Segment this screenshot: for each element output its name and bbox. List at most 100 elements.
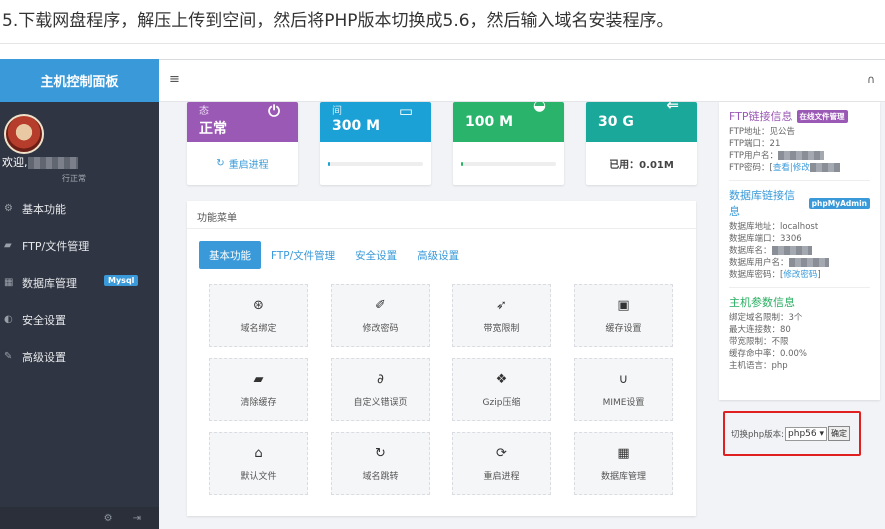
user-panel: 欢迎, 行正常 bbox=[0, 102, 159, 190]
wrench-icon: ✐ bbox=[375, 297, 386, 313]
headset-icon[interactable]: ∩ bbox=[867, 73, 875, 86]
tile-clear-cache[interactable]: ▰ 清除缓存 bbox=[209, 358, 308, 421]
tile-label: 默认文件 bbox=[240, 471, 277, 482]
ftp-info: FTP链接信息 在线文件管理 FTP地址：见公告 FTP端口：21 FTP用户名… bbox=[719, 102, 880, 181]
tile-label: 数据库管理 bbox=[600, 471, 646, 482]
db-name-row: 数据库名： bbox=[729, 245, 870, 257]
phpmyadmin-tag[interactable]: phpMyAdmin bbox=[808, 197, 870, 209]
sidebar-item-security[interactable]: ◐ 安全设置 bbox=[0, 301, 159, 338]
tile-bandwidth[interactable]: ➶ 带宽限制 bbox=[452, 284, 551, 347]
db-info-title: 数据库链接信息 phpMyAdmin bbox=[729, 187, 870, 219]
space-card: 间 ▭ 300 M bbox=[320, 102, 431, 185]
host-panel-app: 主机控制面板 欢迎, 行正常 ⚙ 基本功能 ▰ FTP/文件管理 ▦ 数据库管理… bbox=[0, 59, 885, 529]
tile-change-password[interactable]: ✐ 修改密码 bbox=[331, 284, 430, 347]
tile-label: 重启进程 bbox=[483, 471, 520, 482]
db-password: 数据库密码：[ bbox=[729, 270, 784, 280]
traffic-card-head: ⇐ 30 G bbox=[586, 102, 697, 142]
host-info: 主机参数信息 绑定域名限制：3个 最大连接数：80 带宽限制：不限 缓存命中率：… bbox=[719, 288, 880, 372]
restart-label: 重启进程 bbox=[228, 160, 269, 171]
status-card: 态 ⏻ 正常 ↻ 重启进程 bbox=[187, 102, 298, 185]
db-modify-link[interactable]: 修改密码 bbox=[783, 270, 817, 280]
tile-domain-binding[interactable]: ⊛ 域名绑定 bbox=[209, 284, 308, 347]
ftp-port: FTP端口：21 bbox=[729, 139, 781, 149]
sidebar-item-label: 安全设置 bbox=[22, 313, 66, 327]
db-address: 数据库地址：localhost bbox=[729, 222, 819, 232]
ftp-user: FTP用户名： bbox=[729, 151, 779, 161]
tile-error-page[interactable]: ∂ 自定义错误页 bbox=[331, 358, 430, 421]
host-max-conn: 最大连接数：80 bbox=[729, 325, 791, 335]
sidebar-item-database[interactable]: ▦ 数据库管理 Mysql bbox=[0, 264, 159, 301]
tab-ftp[interactable]: FTP/文件管理 bbox=[261, 241, 345, 269]
paperclip-icon: ∂ bbox=[377, 371, 384, 387]
sidebar-item-basic[interactable]: ⚙ 基本功能 bbox=[0, 190, 159, 227]
space-value: 300 M bbox=[332, 118, 381, 134]
tile-label: 域名跳转 bbox=[362, 471, 399, 482]
menu-toggle-icon[interactable]: ≡ bbox=[169, 72, 180, 87]
sidebar-item-label: FTP/文件管理 bbox=[22, 239, 90, 253]
sidebar-item-label: 高级设置 bbox=[22, 350, 66, 364]
tile-label: 自定义错误页 bbox=[353, 397, 408, 408]
host-cache-hit: 缓存命中率：0.00% bbox=[729, 349, 808, 359]
restart-link[interactable]: ↻ 重启进程 bbox=[187, 142, 298, 185]
tab-security[interactable]: 安全设置 bbox=[345, 241, 407, 269]
tile-cache-settings[interactable]: ▣ 缓存设置 bbox=[574, 284, 673, 347]
run-status: 行正常 bbox=[62, 174, 86, 183]
host-domain-limit: 绑定域名限制：3个 bbox=[729, 313, 803, 323]
ftp-user-row: FTP用户名： bbox=[729, 150, 870, 162]
db-info: 数据库链接信息 phpMyAdmin 数据库地址：localhost 数据库端口… bbox=[719, 181, 880, 288]
edit-icon: ✎ bbox=[4, 351, 13, 362]
settings-icon[interactable]: ⚙ bbox=[104, 513, 113, 524]
shield-icon: ◐ bbox=[4, 314, 13, 325]
power-icon: ⏻ bbox=[268, 102, 280, 120]
db-password-row: 数据库密码：[修改密码] bbox=[729, 270, 821, 280]
repeat-icon: ↻ bbox=[375, 445, 386, 461]
sidebar-item-advanced[interactable]: ✎ 高级设置 bbox=[0, 338, 159, 375]
php-version-switch: 切换php版本: php56 ▾ 确定 bbox=[723, 411, 861, 456]
panel-tabs: 基本功能 FTP/文件管理 安全设置 高级设置 bbox=[199, 241, 469, 269]
file-manager-tag[interactable]: 在线文件管理 bbox=[796, 109, 848, 123]
sidebar-item-ftp[interactable]: ▰ FTP/文件管理 bbox=[0, 227, 159, 264]
sidebar-item-label: 基本功能 bbox=[22, 202, 66, 216]
sidebar-footer: ⚙ ⇥ bbox=[0, 507, 159, 529]
database-progress bbox=[461, 161, 556, 166]
traffic-used: 已用：0.01M bbox=[609, 160, 674, 171]
database-card: ◒ 100 M bbox=[453, 102, 564, 185]
db-user: 数据库用户名： bbox=[729, 258, 789, 268]
tab-basic[interactable]: 基本功能 bbox=[199, 241, 261, 269]
tile-label: MIME设置 bbox=[602, 397, 645, 408]
db-user-row: 数据库用户名： bbox=[729, 257, 870, 269]
ftp-info-title: FTP链接信息 在线文件管理 bbox=[729, 108, 870, 124]
status-card-caption: 态 bbox=[199, 106, 209, 117]
tile-label: 域名绑定 bbox=[240, 323, 277, 334]
save-icon: ▣ bbox=[617, 297, 630, 313]
tile-restart-process[interactable]: ⟳ 重启进程 bbox=[452, 432, 551, 495]
brand-title[interactable]: 主机控制面板 bbox=[0, 59, 159, 102]
sidebar-item-label: 数据库管理 bbox=[22, 276, 77, 290]
ftp-modify-link[interactable]: 查看|修改 bbox=[773, 163, 810, 173]
db-port: 数据库端口：3306 bbox=[729, 234, 802, 244]
home-icon: ⌂ bbox=[254, 445, 263, 461]
masked-ftp-pass bbox=[809, 163, 840, 172]
database-icon: ◒ bbox=[532, 102, 546, 114]
database-value: 100 M bbox=[465, 114, 514, 130]
php-version-select[interactable]: php56 ▾ bbox=[785, 426, 828, 441]
host-language: 主机语言：php bbox=[729, 361, 788, 371]
confirm-button[interactable]: 确定 bbox=[828, 426, 851, 441]
host-info-title: 主机参数信息 bbox=[729, 296, 795, 309]
tile-domain-redirect[interactable]: ↻ 域名跳转 bbox=[331, 432, 430, 495]
rocket-icon: ➶ bbox=[496, 297, 507, 313]
mysql-badge: Mysql bbox=[104, 275, 139, 286]
table-icon: ▦ bbox=[617, 445, 630, 461]
tab-advanced[interactable]: 高级设置 bbox=[407, 241, 469, 269]
ftp-title-text: FTP链接信息 bbox=[729, 110, 793, 123]
logout-icon[interactable]: ⇥ bbox=[133, 513, 141, 524]
tile-gzip[interactable]: ❖ Gzip压缩 bbox=[452, 358, 551, 421]
masked-ftp-user bbox=[778, 151, 825, 160]
ftp-address: FTP地址：见公告 bbox=[729, 127, 796, 137]
tile-database-manage[interactable]: ▦ 数据库管理 bbox=[574, 432, 673, 495]
tile-default-file[interactable]: ⌂ 默认文件 bbox=[209, 432, 308, 495]
welcome-text: 欢迎, bbox=[2, 154, 78, 170]
tile-mime[interactable]: ∪ MIME设置 bbox=[574, 358, 673, 421]
tile-label: 清除缓存 bbox=[240, 397, 277, 408]
db-title-text: 数据库链接信息 bbox=[729, 189, 795, 218]
